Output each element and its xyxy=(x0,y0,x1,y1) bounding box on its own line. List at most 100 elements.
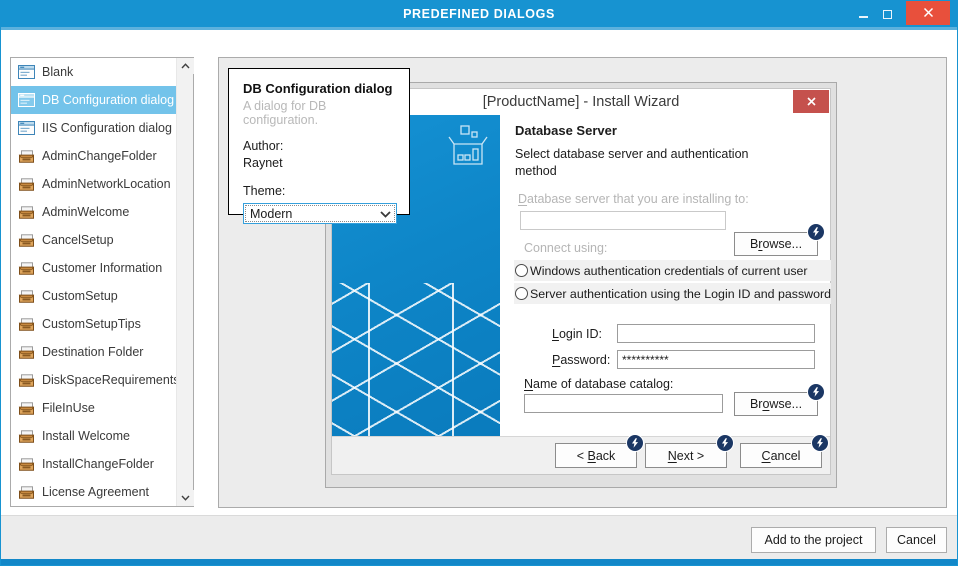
list-item-license-agreement[interactable]: License Agreement xyxy=(11,478,176,506)
list-item-install-welcome[interactable]: Install Welcome xyxy=(11,422,176,450)
dialog-window-icon xyxy=(18,93,35,107)
setup-template-icon xyxy=(18,289,35,303)
wizard-cancel-button[interactable]: Cancel xyxy=(740,443,822,468)
window-bottom-border xyxy=(0,559,958,566)
list-item-label: CustomSetupTips xyxy=(42,317,141,331)
next-button[interactable]: Next > xyxy=(645,443,727,468)
list-item-installchangefolder[interactable]: InstallChangeFolder xyxy=(11,450,176,478)
server-auth-radio[interactable] xyxy=(515,287,528,300)
list-item-label: CustomSetup xyxy=(42,289,118,303)
maximize-button[interactable] xyxy=(876,4,898,24)
windows-auth-radio-row[interactable]: Windows authentication credentials of cu… xyxy=(514,260,831,281)
lightning-bolt-icon xyxy=(631,438,639,448)
list-item-customer-information[interactable]: Customer Information xyxy=(11,254,176,282)
list-item-label: InstallChangeFolder xyxy=(42,457,154,471)
lightning-bolt-icon xyxy=(816,438,824,448)
list-item-label: AdminNetworkLocation xyxy=(42,177,171,191)
minimize-icon xyxy=(859,16,868,18)
server-auth-radio-row[interactable]: Server authentication using the Login ID… xyxy=(514,283,831,304)
setup-template-icon xyxy=(18,149,35,163)
triangle-lattice-pattern xyxy=(332,283,500,436)
list-item-label: License Agreement xyxy=(42,485,149,499)
wizard-heading: Database Server xyxy=(515,123,617,138)
minimize-button[interactable] xyxy=(852,4,874,24)
setup-template-icon xyxy=(18,401,35,415)
password-input[interactable] xyxy=(617,350,815,369)
lightning-bolt-icon xyxy=(812,387,820,397)
list-item-adminnetworklocation[interactable]: AdminNetworkLocation xyxy=(11,170,176,198)
dialog-window-icon xyxy=(18,121,35,135)
list-item-iis-configuration-dialog[interactable]: IIS Configuration dialog xyxy=(11,114,176,142)
event-badge xyxy=(808,384,824,400)
list-item-label: FileInUse xyxy=(42,401,95,415)
theme-label: Theme: xyxy=(243,183,395,200)
database-server-label: Database server that you are installing … xyxy=(518,192,749,206)
scroll-down-button[interactable] xyxy=(177,490,194,506)
template-info-popup: DB Configuration dialog A dialog for DB … xyxy=(228,68,410,215)
browse-catalog-button[interactable]: Browse... xyxy=(734,392,818,416)
setup-template-icon xyxy=(18,485,35,499)
setup-template-icon xyxy=(18,457,35,471)
wizard-close-button[interactable] xyxy=(793,90,829,113)
setup-template-icon xyxy=(18,177,35,191)
windows-auth-radio[interactable] xyxy=(515,264,528,277)
list-item-label: CancelSetup xyxy=(42,233,114,247)
setup-template-icon xyxy=(18,373,35,387)
scroll-up-button[interactable] xyxy=(177,58,194,74)
list-item-adminchangefolder[interactable]: AdminChangeFolder xyxy=(11,142,176,170)
catalog-input[interactable] xyxy=(524,394,723,413)
package-box-icon xyxy=(448,124,488,168)
back-button[interactable]: < Back xyxy=(555,443,637,468)
list-item-label: Blank xyxy=(42,65,73,79)
list-item-customsetup[interactable]: CustomSetup xyxy=(11,282,176,310)
setup-template-icon xyxy=(18,317,35,331)
footer-cancel-button[interactable]: Cancel xyxy=(886,527,947,553)
login-id-input[interactable] xyxy=(617,324,815,343)
chevron-up-icon xyxy=(181,63,190,69)
list-item-label: DB Configuration dialog xyxy=(42,93,174,107)
password-label: Password: xyxy=(552,353,610,367)
dialog-template-list: Blank DB Configuration dialog IIS Config… xyxy=(10,57,194,507)
browse-server-button[interactable]: Browse... xyxy=(734,232,818,256)
list-item-diskspacerequirements[interactable]: DiskSpaceRequirements xyxy=(11,366,176,394)
list-item-fileinuse[interactable]: FileInUse xyxy=(11,394,176,422)
windows-auth-label: Windows authentication credentials of cu… xyxy=(530,264,808,278)
list-item-label: AdminWelcome xyxy=(42,205,129,219)
list-item-label: Destination Folder xyxy=(42,345,143,359)
lightning-bolt-icon xyxy=(721,438,729,448)
server-auth-label: Server authentication using the Login ID… xyxy=(530,287,831,301)
footer-bar: Add to the project Cancel xyxy=(1,515,957,559)
add-to-project-button[interactable]: Add to the project xyxy=(751,527,876,553)
window-titlebar: PREDEFINED DIALOGS xyxy=(0,0,958,30)
list-scrollbar[interactable] xyxy=(176,58,193,506)
list-item-destination-folder[interactable]: Destination Folder xyxy=(11,338,176,366)
list-item-blank[interactable]: Blank xyxy=(11,58,176,86)
setup-template-icon xyxy=(18,429,35,443)
wizard-subheading: Select database server and authenticatio… xyxy=(515,146,787,180)
author-label: Author: xyxy=(243,138,395,155)
list-item-cancelsetup[interactable]: CancelSetup xyxy=(11,226,176,254)
list-item-db-configuration-dialog[interactable]: DB Configuration dialog xyxy=(11,86,176,114)
window-title: PREDEFINED DIALOGS xyxy=(0,7,958,21)
database-server-input[interactable] xyxy=(520,211,726,230)
chevron-down-icon xyxy=(380,211,391,218)
list-item-customsetuptips[interactable]: CustomSetupTips xyxy=(11,310,176,338)
close-icon xyxy=(923,7,934,18)
setup-template-icon xyxy=(18,205,35,219)
theme-dropdown[interactable]: Modern xyxy=(243,203,397,224)
dialog-window-icon xyxy=(18,65,35,79)
popup-title: DB Configuration dialog xyxy=(243,81,395,96)
dialog-template-items: Blank DB Configuration dialog IIS Config… xyxy=(11,58,176,506)
catalog-label: Name of database catalog: xyxy=(524,377,673,391)
close-button[interactable] xyxy=(906,0,950,25)
list-item-adminwelcome[interactable]: AdminWelcome xyxy=(11,198,176,226)
focus-rect xyxy=(245,205,395,222)
setup-template-icon xyxy=(18,261,35,275)
setup-template-icon xyxy=(18,233,35,247)
list-item-label: AdminChangeFolder xyxy=(42,149,157,163)
close-icon xyxy=(807,97,816,106)
lightning-bolt-icon xyxy=(812,227,820,237)
event-badge xyxy=(627,435,643,451)
wizard-content: Database Server Select database server a… xyxy=(500,115,830,436)
list-item-label: IIS Configuration dialog xyxy=(42,121,172,135)
